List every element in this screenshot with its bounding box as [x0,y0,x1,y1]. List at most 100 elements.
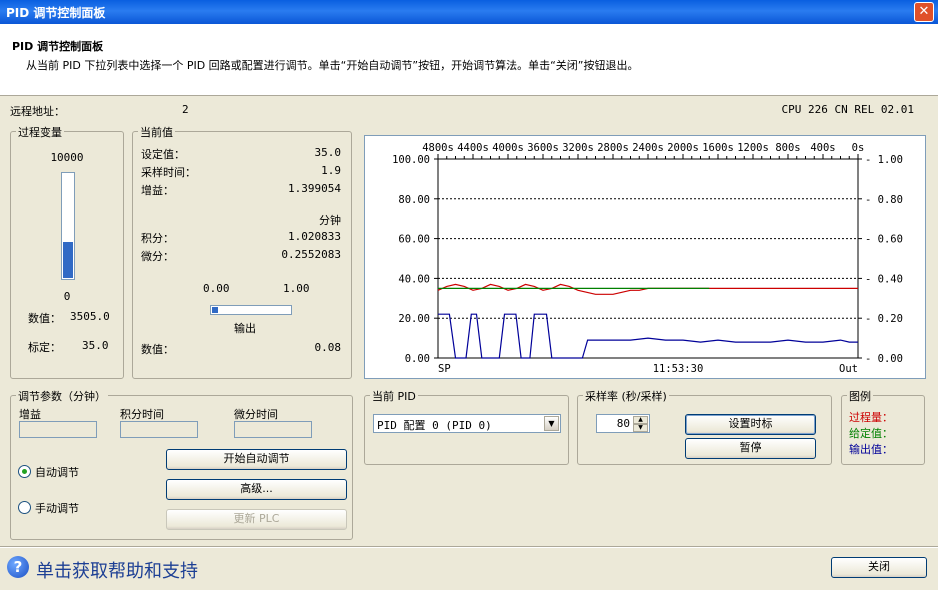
pv-value-label: 数值： [28,312,61,325]
help-link[interactable]: 单击获取帮助和支持 [36,557,198,583]
title-bar[interactable]: PID 调节控制面板 ✕ [0,0,938,24]
set-timescale-button[interactable]: 设置时标 [685,414,816,435]
pause-button[interactable]: 暂停 [685,438,816,459]
trend-chart-svg: 100.00 - 1.00 80.00 - 0.80 60.00 - 0.60 40.00 -… [392,142,903,375]
chart-plot-frame [437,158,859,359]
output-value: 0.08 [314,341,342,354]
output-value-label: 数值： [141,343,174,356]
chart-top-tick-label: 2800s [597,142,629,154]
start-autotune-button[interactable]: 开始自动调节 [166,449,347,470]
close-button[interactable]: 关闭 [831,557,927,578]
derivative-label: 微分： [141,250,174,263]
chart-left-tick-label: 40.00 [398,273,430,285]
chart-left-tick-label: 20.00 [398,313,430,325]
tuning-derivative-label: 微分时间 [234,408,278,421]
tuning-parameters-group: 调节参数（分钟） 增益 积分时间 微分时间 自动调节 手动调节 开始自动调节 高… [10,388,353,540]
sampling-rate-group: 采样率 (秒/采样) 80 ▲ ▼ 设置时标 暂停 [577,388,832,465]
setpoint-value: 35.0 [314,146,342,159]
pv-scale: 35.0 [82,339,109,352]
chart-series-output [438,313,858,359]
current-values-legend: 当前值 [138,124,175,140]
pv-bar-fill [63,242,73,278]
output-min: 0.00 [203,282,230,295]
chart-bottom-left-label: SP [438,363,451,375]
chart-right-tick-label: - 0.00 [865,353,903,365]
current-pid-selected: PID 配置 0 (PID 0) [377,419,492,432]
update-plc-button[interactable]: 更新 PLC [166,509,347,530]
window-title: PID 调节控制面板 [6,6,106,20]
chart-top-tick-label: 4000s [492,142,524,154]
auto-tune-label: 自动调节 [35,466,79,479]
chart-right-tick-label: - 0.20 [865,313,903,325]
output-bar-fill [212,307,218,313]
chart-right-tick-label: - 0.40 [865,273,903,285]
manual-tune-radio[interactable] [18,501,31,514]
tuning-integral-label: 积分时间 [120,408,164,421]
legend-setpoint: 给定值： [849,427,893,440]
pv-min: 0 [63,290,71,303]
close-icon[interactable]: ✕ [914,2,934,22]
tuning-gain-field[interactable] [19,421,97,438]
sample-time-value: 1.9 [321,164,341,177]
sampling-rate-spinner[interactable]: 80 ▲ ▼ [596,414,650,433]
header-panel: PID 调节控制面板 从当前 PID 下拉列表中选择一个 PID 回路或配置进行… [0,24,938,96]
header-description: 从当前 PID 下拉列表中选择一个 PID 回路或配置进行调节。单击“开始自动调… [26,59,639,72]
chart-top-tick-label: 400s [810,142,835,154]
chart-left-tick-label: 100.00 [392,154,430,166]
advanced-button[interactable]: 高级... [166,479,347,500]
current-pid-group: 当前 PID PID 配置 0 (PID 0) ▼ [364,388,569,465]
unit-minutes: 分钟 [319,214,341,227]
sample-time-label: 采样时间： [141,166,196,179]
chart-top-tick-label: 4800s [422,142,454,154]
chart-right-tick-label: - 1.00 [865,154,903,166]
chart-top-tick-label: 2400s [632,142,664,154]
spin-up-icon[interactable]: ▲ [633,416,648,424]
integral-value: 1.020833 [288,230,341,243]
current-pid-select[interactable]: PID 配置 0 (PID 0) ▼ [373,414,561,433]
chart-top-tick-label: 0s [852,142,865,154]
chart-left-tick-label: 60.00 [398,234,430,246]
pv-scale-label: 标定： [28,341,61,354]
spin-down-icon[interactable]: ▼ [633,424,648,432]
process-variable-group: 过程变量 10000 0 数值： 3505.0 标定： 35.0 [10,124,124,379]
sampling-rate-value: 80 [616,417,630,430]
chart-right-tick-label: - 0.80 [865,194,903,206]
chevron-down-icon[interactable]: ▼ [544,416,559,431]
chart-top-tick-label: 3200s [562,142,594,154]
pv-bar [61,172,75,280]
setpoint-label: 设定值： [141,148,185,161]
tuning-gain-label: 增益 [19,408,41,421]
chart-legend-title: 图例 [847,388,873,404]
remote-address-label: 远程地址： [10,105,65,118]
cpu-info: CPU 226 CN REL 02.01 [781,103,914,116]
chart-top-tick-label: 1200s [737,142,769,154]
integral-label: 积分： [141,232,174,245]
gain-label: 增益： [141,184,174,197]
chart-top-tick-label: 4400s [457,142,489,154]
sampling-rate-legend: 采样率 (秒/采样) [583,388,669,404]
header-title: PID 调节控制面板 [12,40,104,53]
chart-bottom-right-label: Out [839,363,858,375]
chart-legend-group: 图例 过程量： 给定值： 输出值： [841,388,925,465]
chart-left-tick-label: 0.00 [405,353,430,365]
auto-tune-radio[interactable] [18,465,31,478]
current-pid-legend: 当前 PID [370,388,418,404]
chart-right-tick-label: - 0.60 [865,234,903,246]
derivative-value: 0.2552083 [281,248,341,261]
tuning-derivative-field[interactable] [234,421,312,438]
chart-top-tick-label: 2000s [667,142,699,154]
pv-max: 10000 [50,151,84,164]
output-label: 输出 [234,322,256,335]
manual-tune-label: 手动调节 [35,502,79,515]
help-icon[interactable]: ? [7,556,29,578]
chart-series-process-value [437,283,858,295]
pv-value: 3505.0 [70,310,110,323]
tuning-integral-field[interactable] [120,421,198,438]
output-bar [210,305,292,315]
chart-top-tick-label: 3600s [527,142,559,154]
current-values-group: 当前值 设定值： 35.0 采样时间： 1.9 增益： 1.399054 分钟 … [132,124,352,379]
gain-value: 1.399054 [288,182,341,195]
remote-address-value: 2 [182,103,189,116]
legend-output: 输出值： [849,443,893,456]
output-max: 1.00 [283,282,310,295]
